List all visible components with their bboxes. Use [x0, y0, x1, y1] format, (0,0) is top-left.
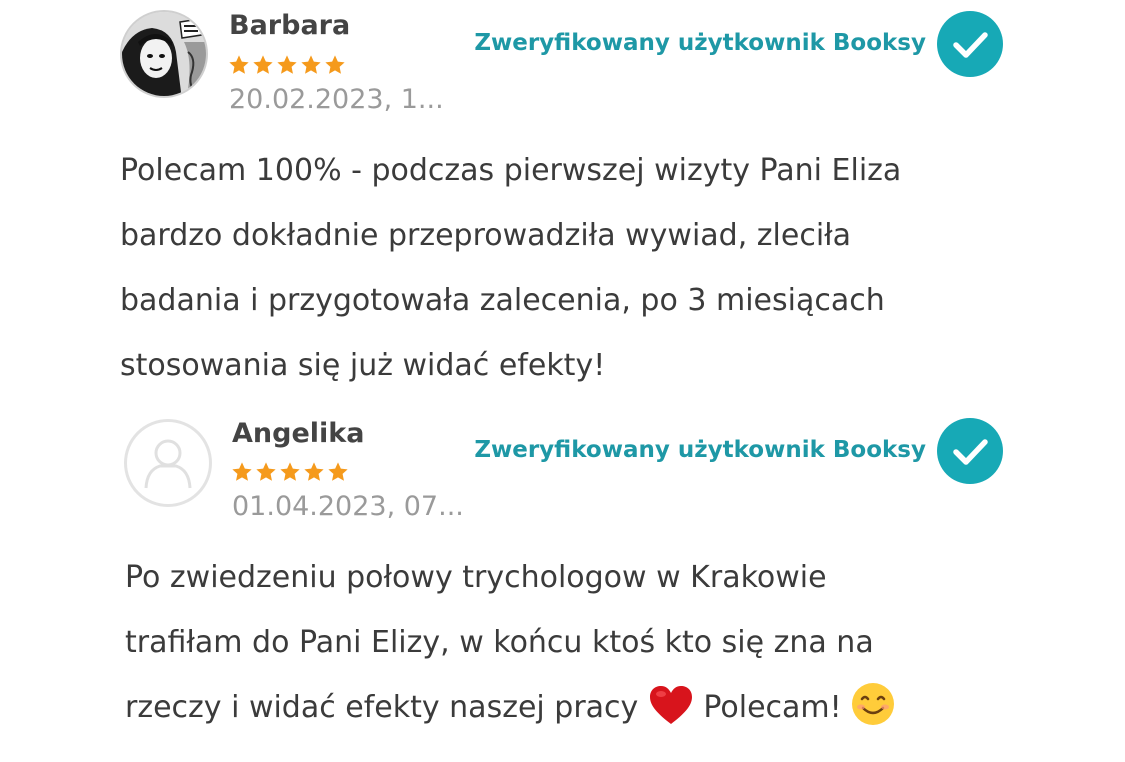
star-icon	[328, 462, 348, 481]
star-icon	[301, 55, 321, 74]
heart-emoji-icon	[649, 686, 692, 724]
rating-stars	[231, 461, 349, 483]
check-icon	[953, 32, 988, 58]
review-date: 20.02.2023, 1...	[229, 84, 444, 115]
review-text: Polecam 100% - podczas pierwszej wizyty …	[120, 138, 1020, 398]
verified-badge	[937, 11, 1003, 77]
star-icon	[256, 462, 276, 481]
review-date: 01.04.2023, 07...	[232, 491, 464, 522]
verified-label: Zweryfikowany użytkownik Booksy	[474, 30, 926, 56]
star-icon	[253, 55, 273, 74]
smile-emoji-icon	[852, 683, 895, 725]
review-text-line: Polecam!	[703, 690, 842, 725]
star-icon	[304, 462, 324, 481]
review-text-line: badania i przygotowała zalecenia, po 3 m…	[120, 283, 885, 318]
star-icon	[280, 462, 300, 481]
review-text-line: trafiłam do Pani Elizy, w końcu ktoś kto…	[125, 625, 874, 660]
review-text-line: stosowania się już widać efekty!	[120, 348, 606, 383]
star-icon	[277, 55, 297, 74]
review-text-line: Po zwiedzeniu połowy trychologow w Krako…	[125, 560, 827, 595]
avatar[interactable]	[120, 10, 208, 98]
verified-badge	[937, 418, 1003, 484]
review-author: Barbara	[229, 10, 351, 41]
review-text-line: rzeczy i widać efekty naszej pracy	[125, 690, 639, 725]
user-placeholder-icon	[144, 439, 192, 489]
comic-photo-avatar-icon	[122, 12, 206, 96]
review-author: Angelika	[232, 418, 365, 449]
star-icon	[325, 55, 345, 74]
star-icon	[229, 55, 249, 74]
rating-stars	[228, 54, 346, 76]
check-icon	[953, 439, 988, 465]
verified-label: Zweryfikowany użytkownik Booksy	[474, 437, 926, 463]
review-text: Po zwiedzeniu połowy trychologow w Krako…	[125, 545, 1025, 740]
avatar[interactable]	[124, 419, 212, 507]
review-text-line: bardzo dokładnie przeprowadziła wywiad, …	[120, 218, 852, 253]
star-icon	[232, 462, 252, 481]
review-text-line: Polecam 100% - podczas pierwszej wizyty …	[120, 153, 902, 188]
